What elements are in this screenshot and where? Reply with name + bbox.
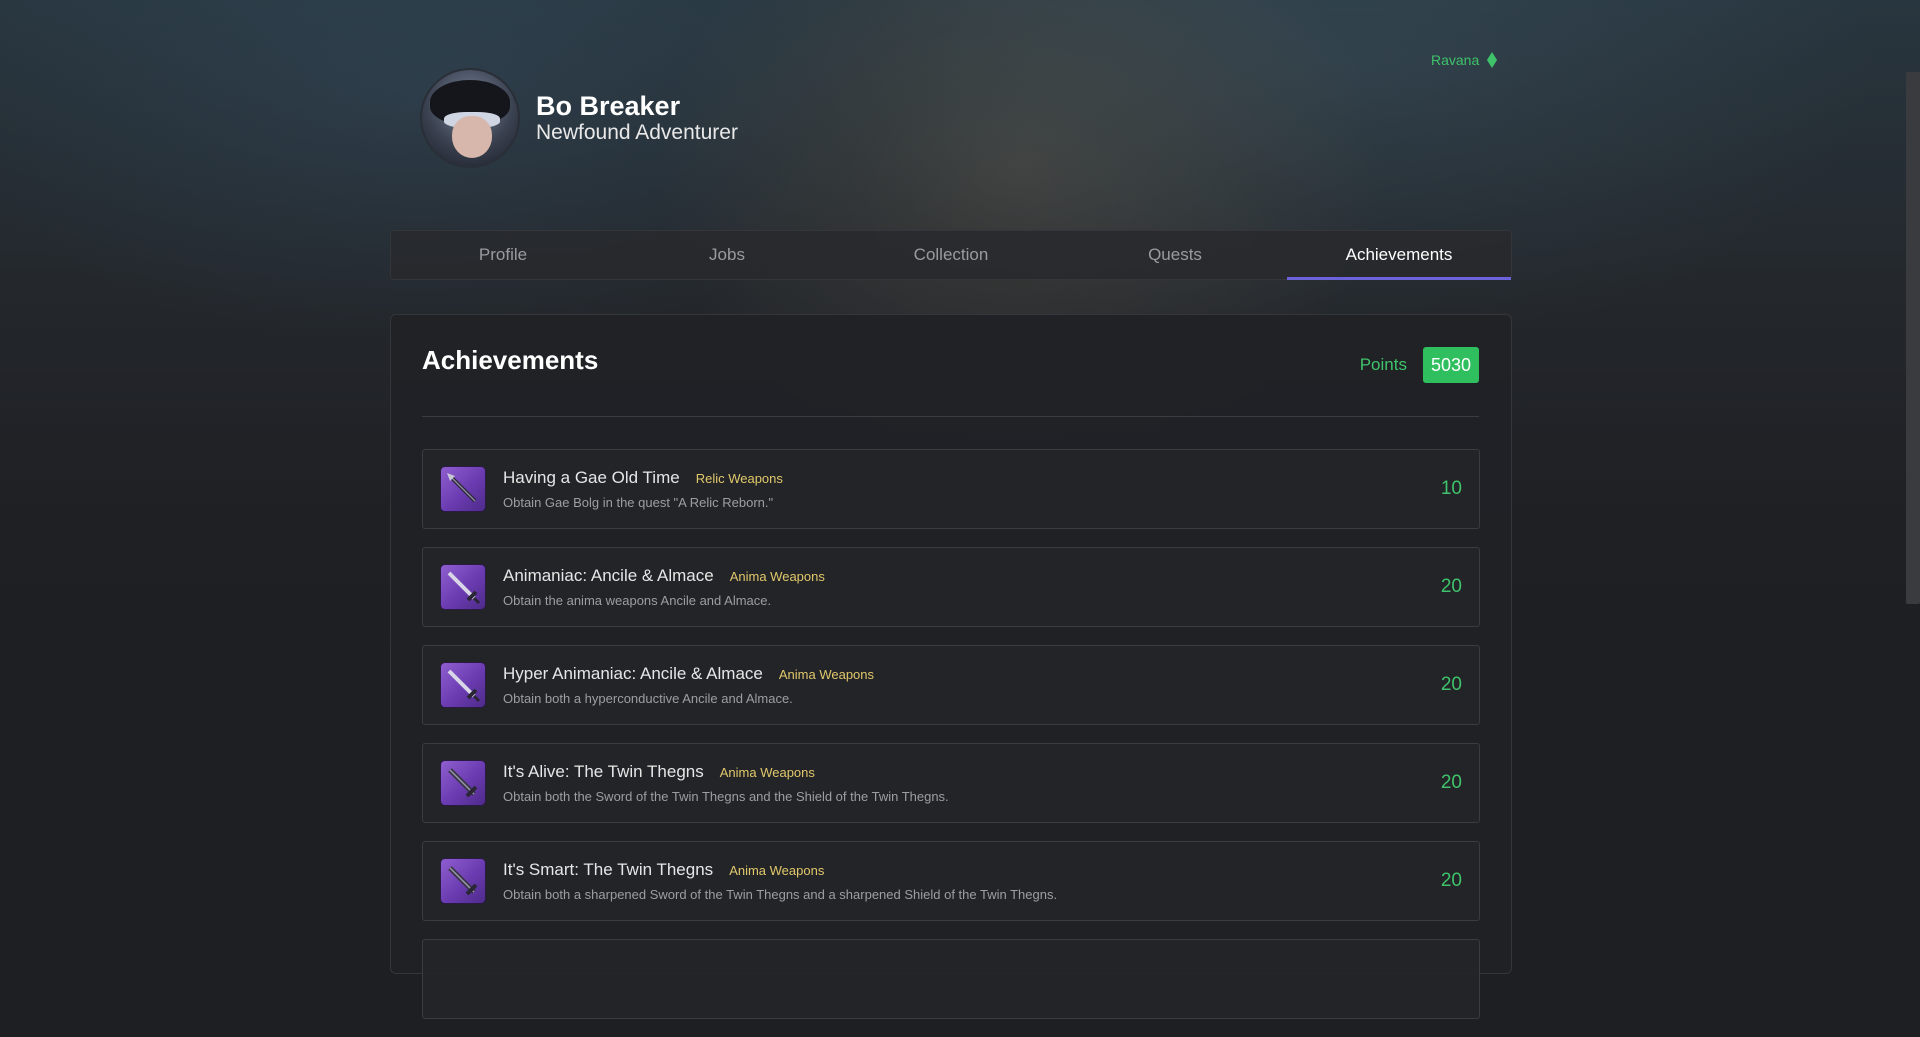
achievement-points: 20 [1440,674,1462,695]
sword-icon [440,662,486,708]
sword-icon [440,858,486,904]
achievement-category: Anima Weapons [778,667,875,682]
tab-achievements[interactable]: Achievements [1287,231,1511,280]
tab-profile[interactable]: Profile [391,231,615,279]
achievement-name: It's Smart: The Twin Thegns [503,860,714,879]
achievement-category: Anima Weapons [729,569,825,584]
points-label: Points [1359,355,1407,374]
achievement-points: 10 [1440,478,1462,499]
divider [422,416,1479,417]
character-name: Bo Breaker [536,91,681,121]
achievement-name: Animaniac: Ancile & Almace [503,566,714,585]
diamond-icon [1487,52,1498,68]
avatar[interactable] [420,68,520,168]
tab-bar: Profile Jobs Collection Quests Achieveme… [390,230,1512,280]
achievement-points: 20 [1440,870,1462,891]
achievement-points: 20 [1440,772,1462,793]
achievement-name: It's Alive: The Twin Thegns [503,762,704,781]
achievements-panel: Achievements Points 5030 Having a Gae Ol… [390,314,1512,1019]
points-badge: 5030 [1422,347,1479,383]
sword-icon [440,564,486,610]
list-item[interactable]: Hyper Animaniac: Ancile & Almace Anima W… [422,645,1480,725]
achievement-points: 20 [1440,576,1462,597]
list-item[interactable] [422,939,1480,1019]
achievement-list: Having a Gae Old Time Relic Weapons Obta… [422,449,1480,1037]
tab-quests[interactable]: Quests [1063,231,1287,279]
page-title: Achievements [422,345,599,375]
character-header: Bo Breaker Newfound Adventurer [420,68,738,168]
achievement-description: Obtain both a hyperconductive Ancile and… [503,691,793,706]
scrollbar-thumb[interactable] [1906,72,1920,604]
character-title: Newfound Adventurer [536,121,738,144]
achievement-category: Relic Weapons [695,471,783,486]
world-indicator[interactable]: Ravana [1431,52,1498,68]
list-item[interactable]: It's Smart: The Twin Thegns Anima Weapon… [422,841,1480,921]
world-name: Ravana [1431,52,1480,68]
list-item[interactable]: It's Alive: The Twin Thegns Anima Weapon… [422,743,1480,823]
tab-jobs[interactable]: Jobs [615,231,839,279]
spear-icon [440,466,486,512]
tab-collection[interactable]: Collection [839,231,1063,279]
list-item[interactable]: Having a Gae Old Time Relic Weapons Obta… [422,449,1480,529]
achievement-description: Obtain Gae Bolg in the quest "A Relic Re… [503,495,774,510]
achievement-description: Obtain both the Sword of the Twin Thegns… [503,789,949,804]
achievement-category: Anima Weapons [719,765,815,780]
scrollbar[interactable] [1906,0,1920,950]
list-item[interactable]: Animaniac: Ancile & Almace Anima Weapons… [422,547,1480,627]
achievement-name: Having a Gae Old Time [503,468,680,487]
achievement-name: Hyper Animaniac: Ancile & Almace [503,664,763,683]
achievement-category: Anima Weapons [729,863,825,878]
achievement-description: Obtain the anima weapons Ancile and Alma… [503,593,772,608]
points-summary: Points 5030 [1360,347,1479,383]
sword-icon [440,760,486,806]
achievement-description: Obtain both a sharpened Sword of the Twi… [503,887,1058,902]
